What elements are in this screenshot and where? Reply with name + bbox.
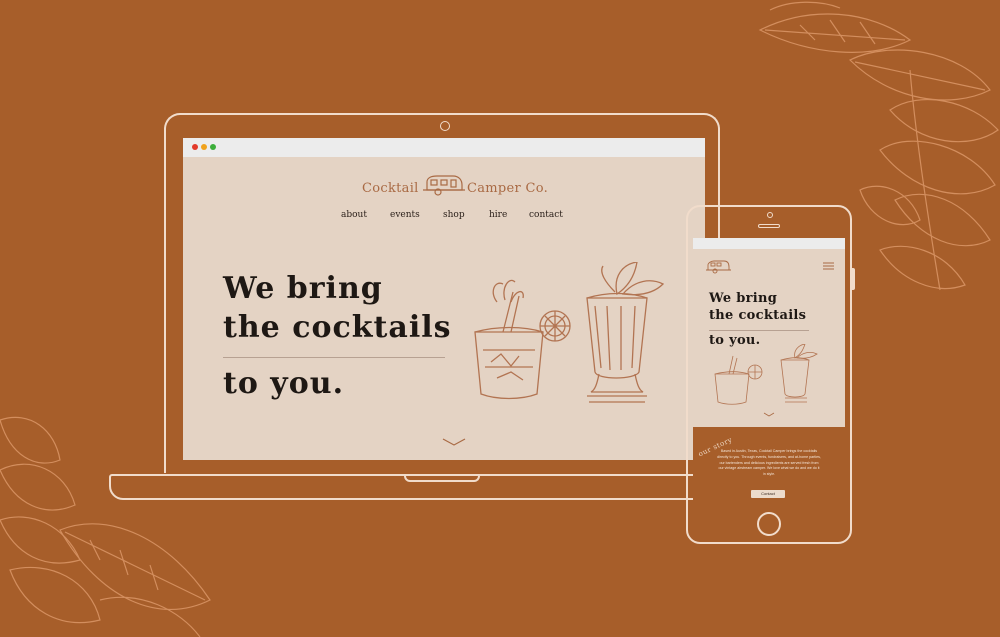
mobile-hero-line-1: We bring (709, 291, 778, 306)
chevron-down-icon[interactable] (763, 412, 775, 417)
nav-link-events[interactable]: events (390, 210, 420, 220)
minimize-window-dot[interactable] (201, 144, 207, 150)
nav-link-hire[interactable]: hire (489, 210, 507, 220)
mobile-cocktail-glasses-illustration (714, 344, 818, 405)
phone-camera (767, 212, 773, 218)
hero-headline-line-2: the cocktails (223, 310, 452, 345)
mobile-hero-divider (709, 330, 809, 331)
logo-text-left[interactable]: Cocktail (362, 181, 419, 196)
hero-headline-line-3: to you. (223, 366, 345, 401)
hero-headline-line-1: We bring (223, 271, 383, 306)
hero-divider (223, 357, 445, 358)
desktop-website-mockup: Cocktail Camper Co. about events shop hi… (183, 138, 705, 460)
camper-trailer-icon[interactable] (421, 174, 465, 196)
maximize-window-dot[interactable] (210, 144, 216, 150)
camper-trailer-icon[interactable] (705, 260, 731, 274)
nav-link-contact[interactable]: contact (529, 210, 563, 220)
hamburger-menu-icon[interactable] (823, 262, 834, 270)
close-window-dot[interactable] (192, 144, 198, 150)
nav-link-shop[interactable]: shop (443, 210, 465, 220)
phone-home-button[interactable] (757, 512, 781, 536)
mobile-website-mockup: We bring the cocktails to you. our story… (693, 238, 845, 510)
nav-link-about[interactable]: about (341, 210, 367, 220)
cocktail-glasses-illustration (474, 262, 665, 403)
mobile-status-bar (693, 238, 845, 249)
contact-button[interactable]: Contact (751, 490, 785, 498)
our-story-section: our story Based in Austin, Texas, Cockta… (693, 427, 845, 510)
laptop-camera (440, 121, 450, 131)
laptop-notch (404, 474, 480, 482)
phone-speaker (758, 224, 780, 228)
our-story-text: Based in Austin, Texas, Cocktail Camper … (717, 449, 821, 477)
mobile-hero-line-2: the cocktails (709, 308, 807, 323)
chevron-down-icon[interactable] (442, 438, 466, 446)
phone-side-button (852, 268, 855, 290)
browser-toolbar (183, 138, 705, 157)
logo-text-right[interactable]: Camper Co. (467, 181, 548, 196)
